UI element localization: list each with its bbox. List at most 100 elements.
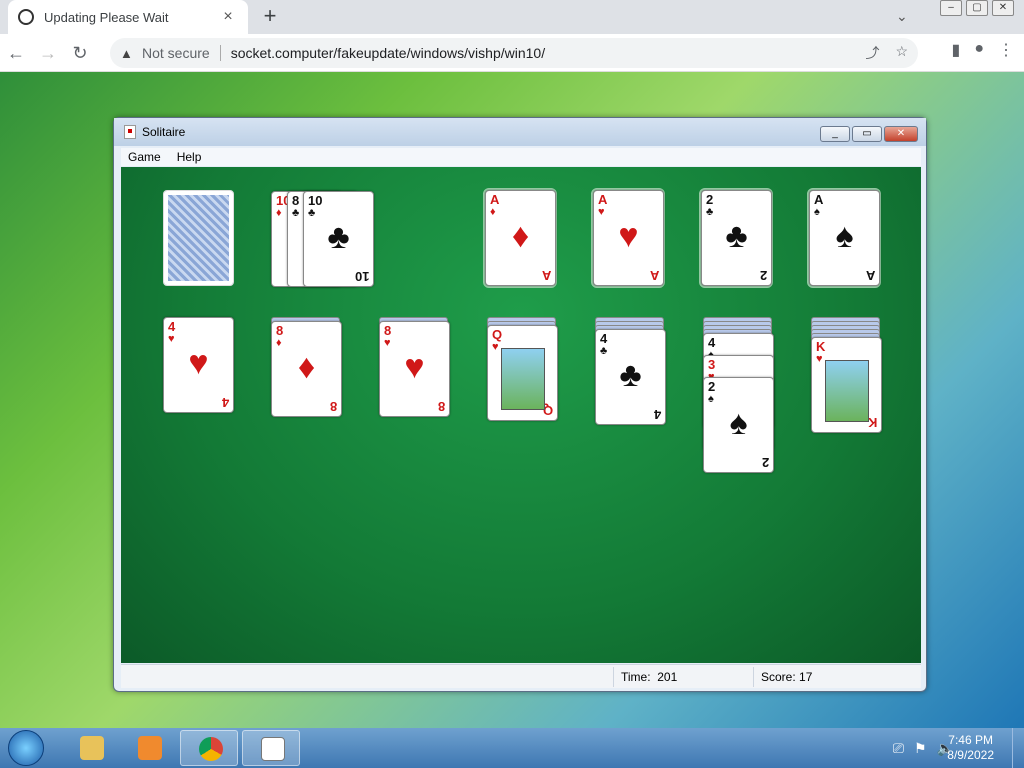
tableau-card[interactable]: 2 ♠ 2 ♠ — [703, 377, 774, 473]
solitaire-app-icon — [124, 125, 136, 139]
card-rank-bottom: A — [649, 268, 659, 283]
card-pip: ♥ — [404, 348, 425, 386]
taskbar: ⎚ ⚑ 🔈 7:46 PM 8/9/2022 — [0, 728, 1024, 768]
card-rank: A — [490, 192, 500, 207]
url-text[interactable]: socket.computer/fakeupdate/windows/vishp… — [231, 45, 545, 61]
card-rank-bottom: 4 — [653, 407, 661, 422]
card-rank: A — [814, 192, 824, 207]
window-controls: – ▢ ✕ — [940, 0, 1014, 16]
warning-icon[interactable]: ▲ — [120, 46, 134, 61]
forward-arrow-icon[interactable]: → — [32, 37, 64, 69]
action-center-icon[interactable]: ⚑ — [914, 740, 927, 757]
card-rank: 10 — [308, 193, 323, 208]
bookmark-star-icon[interactable]: ☆ — [895, 43, 908, 63]
maximize-button[interactable]: ▭ — [852, 126, 882, 142]
menu-bar: Game Help — [121, 148, 921, 166]
new-tab-button[interactable]: + — [260, 4, 280, 30]
foundation-card[interactable]: A ♦ A ♦ — [485, 190, 556, 286]
card-rank-bottom: 8 — [437, 399, 445, 414]
card-rank: 4 — [168, 319, 176, 334]
close-browser-button[interactable]: ✕ — [992, 0, 1014, 16]
tab-search-chevron-icon[interactable]: ⌄ — [896, 8, 908, 25]
favicon-icon — [18, 9, 34, 25]
divider — [613, 667, 614, 687]
profile-icon[interactable]: ● — [974, 40, 984, 60]
status-bar: Time: 201 Score: 17 — [121, 664, 921, 688]
window-title: Solitaire — [142, 125, 186, 139]
time-value: 201 — [657, 670, 678, 684]
clock-time: 7:46 PM — [948, 733, 993, 747]
taskbar-explorer[interactable] — [62, 730, 120, 766]
card-pip: ♣ — [327, 218, 350, 256]
court-card-art — [501, 348, 545, 410]
divider — [219, 45, 221, 61]
folder-icon — [80, 736, 104, 760]
score-label: Score: — [761, 670, 796, 684]
side-panel-icon[interactable]: ▮ — [952, 40, 961, 60]
address-bar[interactable]: ▲ Not secure socket.computer/fakeupdate/… — [110, 38, 918, 68]
card-pip: ♠ — [835, 217, 854, 255]
card-rank: 2 — [706, 192, 714, 207]
back-arrow-icon[interactable]: ← — [0, 37, 32, 69]
minimize-browser-button[interactable]: – — [940, 0, 962, 16]
start-button[interactable] — [8, 730, 44, 766]
foundation-card[interactable]: 2 ♣ 2 ♣ — [701, 190, 772, 286]
tableau-card[interactable]: 4 ♥ 4 ♥ — [163, 317, 234, 413]
browser-toolbar: ← → ↻ ▲ Not secure socket.computer/fakeu… — [0, 34, 1024, 72]
menu-kebab-icon[interactable]: ⋮ — [998, 40, 1014, 60]
foundation-card[interactable]: A ♠ A ♠ — [809, 190, 880, 286]
game-table: 10♦10♦8♣8♣10♣10♣A♦A♦A♥A♥2♣2♣A♠A♠4♥4♥8♦8♦… — [121, 167, 921, 663]
taskbar-media-player[interactable] — [120, 730, 178, 766]
card-rank: Q — [492, 327, 503, 342]
tab-title: Updating Please Wait — [44, 9, 169, 25]
card-suit: ♥ — [816, 353, 823, 365]
card-rank: 3 — [708, 357, 716, 372]
show-desktop-button[interactable] — [1012, 728, 1024, 768]
tableau-card[interactable]: 8 ♥ 8 ♥ — [379, 321, 450, 417]
card-pip: ♣ — [619, 356, 642, 394]
close-tab-icon[interactable]: × — [218, 8, 238, 26]
card-pip: ♥ — [618, 217, 639, 255]
foundation-card[interactable]: A ♥ A ♥ — [593, 190, 664, 286]
tableau-card[interactable]: K ♥ K — [811, 337, 882, 433]
reload-icon[interactable]: ↻ — [64, 37, 96, 69]
menu-game[interactable]: Game — [128, 150, 161, 164]
score-display: Score: 17 — [761, 670, 812, 684]
menu-help[interactable]: Help — [177, 150, 202, 164]
card-rank-bottom: A — [865, 268, 875, 283]
restore-browser-button[interactable]: ▢ — [966, 0, 988, 16]
taskbar-chrome[interactable] — [180, 730, 238, 766]
card-pip: ♠ — [729, 404, 748, 442]
close-button[interactable]: ✕ — [884, 126, 918, 142]
divider — [753, 667, 754, 687]
card-rank-bottom: 2 — [759, 268, 767, 283]
card-rank: K — [816, 339, 826, 354]
card-rank: A — [598, 192, 608, 207]
tableau-card[interactable]: 4 ♣ 4 ♣ — [595, 329, 666, 425]
card-rank: 2 — [708, 379, 716, 394]
card-pip: ♥ — [188, 344, 209, 382]
card-rank: 8 — [292, 193, 300, 208]
stock-pile[interactable] — [163, 190, 234, 286]
court-card-art — [825, 360, 869, 422]
system-tray: ⎚ ⚑ 🔈 — [893, 740, 954, 757]
card-pip: ♣ — [725, 217, 748, 255]
browser-tab-bar: Updating Please Wait × + ⌄ – ▢ ✕ — [0, 0, 1024, 34]
browser-tab[interactable]: Updating Please Wait × — [8, 0, 248, 34]
security-label[interactable]: Not secure — [142, 45, 210, 61]
card-suit: ♥ — [492, 341, 499, 353]
minimize-button[interactable]: _ — [820, 126, 850, 142]
waste-card[interactable]: 10 ♣ 10 ♣ — [303, 191, 374, 287]
card-rank-bottom: 4 — [221, 395, 229, 410]
network-icon[interactable]: ⎚ — [893, 740, 904, 757]
window-title-bar[interactable]: Solitaire _ ▭ ✕ — [114, 118, 926, 146]
share-icon[interactable]: ⤴ — [865, 43, 879, 63]
card-rank: 4 — [708, 335, 716, 350]
card-rank-bottom: 8 — [329, 399, 337, 414]
tableau-card[interactable]: Q ♥ Q — [487, 325, 558, 421]
media-player-icon — [138, 736, 162, 760]
tableau-card[interactable]: 8 ♦ 8 ♦ — [271, 321, 342, 417]
taskbar-clock[interactable]: 7:46 PM 8/9/2022 — [947, 733, 994, 763]
taskbar-solitaire[interactable] — [242, 730, 300, 766]
score-value: 17 — [799, 670, 813, 684]
